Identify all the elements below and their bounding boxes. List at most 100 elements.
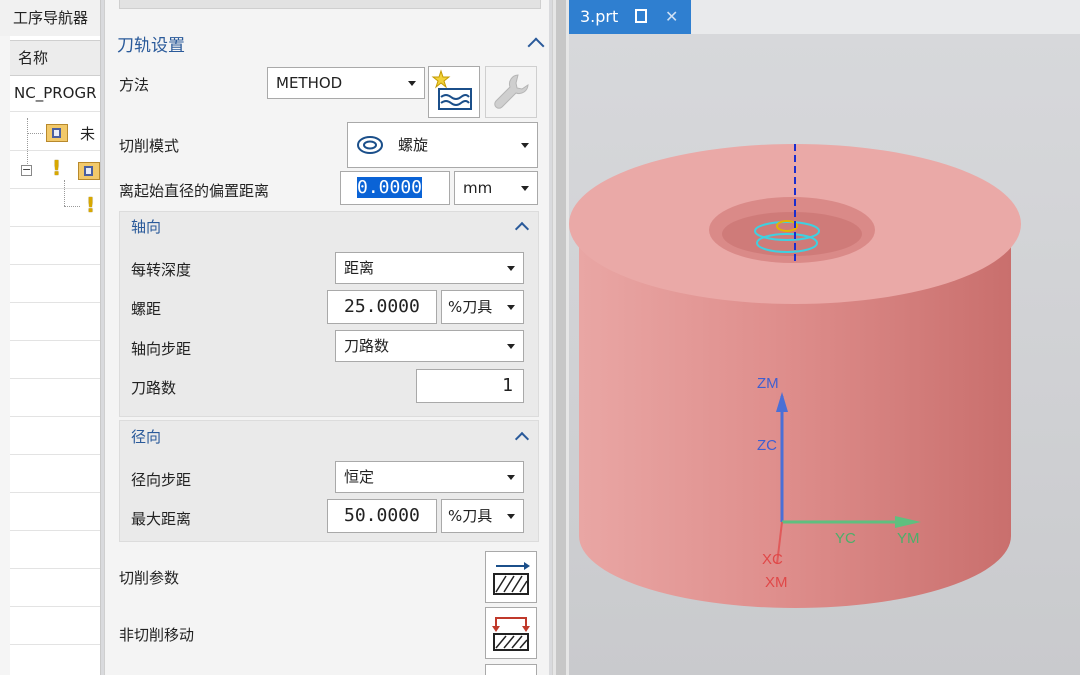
- feeds-speeds-button[interactable]: [485, 664, 537, 675]
- offset-unit-dropdown[interactable]: mm: [454, 171, 538, 205]
- row-divider: [10, 188, 100, 189]
- offset-unit-value: mm: [463, 179, 493, 197]
- axial-step-dropdown[interactable]: 刀路数: [335, 330, 524, 362]
- non-cutting-moves-icon: [492, 617, 530, 651]
- method-value: METHOD: [276, 74, 343, 92]
- row-divider: [10, 264, 100, 265]
- row-divider: [10, 378, 100, 379]
- operation-navigator: 工序导航器 名称 NC_PROGR 未 − ! !: [0, 0, 101, 675]
- dialog-top-edge: [119, 0, 541, 9]
- dropdown-arrow-icon: [507, 305, 515, 310]
- program-folder-icon[interactable]: [78, 162, 100, 180]
- operation-dialog: 刀轨设置 方法 METHOD 切削模式 螺旋 离起始直径的偏置距离 0.0000…: [104, 0, 549, 675]
- max-distance-unit-dropdown[interactable]: %刀具: [441, 499, 524, 533]
- row-divider: [10, 226, 100, 227]
- row-divider: [10, 302, 100, 303]
- passes-input[interactable]: 1: [416, 369, 524, 403]
- dropdown-arrow-icon: [507, 266, 515, 271]
- ym-label: YM: [897, 530, 920, 547]
- dropdown-arrow-icon: [507, 514, 515, 519]
- depth-per-rev-label: 每转深度: [131, 261, 192, 279]
- document-tab-filename: 3.prt: [580, 7, 619, 26]
- xc-label: XC: [762, 551, 783, 568]
- path-settings-title[interactable]: 刀轨设置: [117, 31, 185, 56]
- edit-method-button[interactable]: [485, 66, 537, 118]
- tree-connector: [27, 133, 43, 134]
- pitch-unit-dropdown[interactable]: %刀具: [441, 290, 524, 324]
- cut-mode-value: 螺旋: [398, 136, 429, 154]
- unused-items-label[interactable]: 未: [80, 123, 95, 144]
- dropdown-arrow-icon: [521, 143, 529, 148]
- program-folder-icon: [46, 124, 68, 142]
- depth-per-rev-value: 距离: [344, 259, 375, 277]
- row-divider: [10, 340, 100, 341]
- row-divider: [10, 644, 100, 645]
- max-distance-unit-value: %刀具: [448, 507, 493, 525]
- spiral-icon: [357, 136, 383, 154]
- tree-connector: [27, 118, 28, 168]
- cut-parameters-label: 切削参数: [119, 569, 180, 587]
- pitch-input[interactable]: 25.0000: [327, 290, 437, 324]
- max-distance-value: 50.0000: [344, 505, 420, 526]
- navigator-gutter: [0, 36, 10, 675]
- dialog-scrollbar[interactable]: [552, 0, 569, 675]
- xm-label: XM: [765, 574, 788, 591]
- tree-connector: [64, 180, 65, 206]
- wrench-icon: [494, 74, 529, 109]
- scrollbar-thumb[interactable]: [556, 0, 566, 675]
- tree-connector: [64, 206, 80, 207]
- row-divider: [10, 568, 100, 569]
- zc-label: ZC: [757, 437, 777, 454]
- cut-mode-label: 切削模式: [119, 137, 180, 155]
- pitch-unit-value: %刀具: [448, 298, 493, 316]
- collapse-icon[interactable]: −: [21, 164, 32, 176]
- modified-doc-icon: [635, 9, 647, 23]
- max-distance-input[interactable]: 50.0000: [327, 499, 437, 533]
- radial-step-dropdown[interactable]: 恒定: [335, 461, 524, 493]
- close-icon[interactable]: ✕: [665, 0, 678, 34]
- dropdown-arrow-icon: [408, 81, 416, 86]
- non-cutting-moves-label: 非切削移动: [119, 626, 195, 644]
- row-divider: [10, 416, 100, 417]
- graphics-viewport[interactable]: ZM ZC YC YM XC XM: [569, 34, 1080, 675]
- create-method-icon: [431, 69, 472, 110]
- radial-step-label: 径向步距: [131, 471, 192, 489]
- axial-step-value: 刀路数: [344, 337, 390, 355]
- method-dropdown[interactable]: METHOD: [267, 67, 425, 99]
- max-distance-label: 最大距离: [131, 510, 192, 528]
- row-divider: [10, 606, 100, 607]
- collapse-chevron-icon[interactable]: [527, 37, 545, 55]
- row-divider: [10, 530, 100, 531]
- create-method-button[interactable]: [428, 66, 480, 118]
- cut-parameters-button[interactable]: [485, 551, 537, 603]
- pitch-value: 25.0000: [344, 296, 420, 317]
- dropdown-arrow-icon: [521, 186, 529, 191]
- passes-label: 刀路数: [131, 379, 177, 397]
- axial-title[interactable]: 轴向: [131, 216, 161, 237]
- radial-step-value: 恒定: [344, 468, 375, 486]
- offset-distance-value: 0.0000: [357, 177, 423, 198]
- non-cutting-moves-button[interactable]: [485, 607, 537, 659]
- warning-icon: !: [86, 193, 96, 217]
- offset-distance-input[interactable]: 0.0000: [340, 171, 450, 205]
- row-divider: [10, 492, 100, 493]
- cut-parameters-icon: [493, 562, 530, 595]
- axial-step-label: 轴向步距: [131, 340, 192, 358]
- row-divider: [10, 150, 100, 151]
- warning-icon: !: [52, 156, 62, 180]
- zm-label: ZM: [757, 375, 779, 392]
- cut-mode-dropdown[interactable]: 螺旋: [347, 122, 538, 168]
- dropdown-arrow-icon: [507, 344, 515, 349]
- name-column-header[interactable]: 名称: [10, 40, 100, 76]
- dropdown-arrow-icon: [507, 475, 515, 480]
- radial-title[interactable]: 径向: [131, 426, 161, 447]
- row-divider: [10, 111, 100, 112]
- yc-label: YC: [835, 530, 856, 547]
- method-label: 方法: [119, 76, 150, 94]
- document-tab[interactable]: 3.prt ✕: [569, 0, 691, 34]
- nc-program-root[interactable]: NC_PROGR: [14, 84, 97, 102]
- row-divider: [10, 454, 100, 455]
- passes-value: 1: [502, 375, 513, 396]
- depth-per-rev-dropdown[interactable]: 距离: [335, 252, 524, 284]
- offset-distance-label: 离起始直径的偏置距离: [119, 182, 270, 200]
